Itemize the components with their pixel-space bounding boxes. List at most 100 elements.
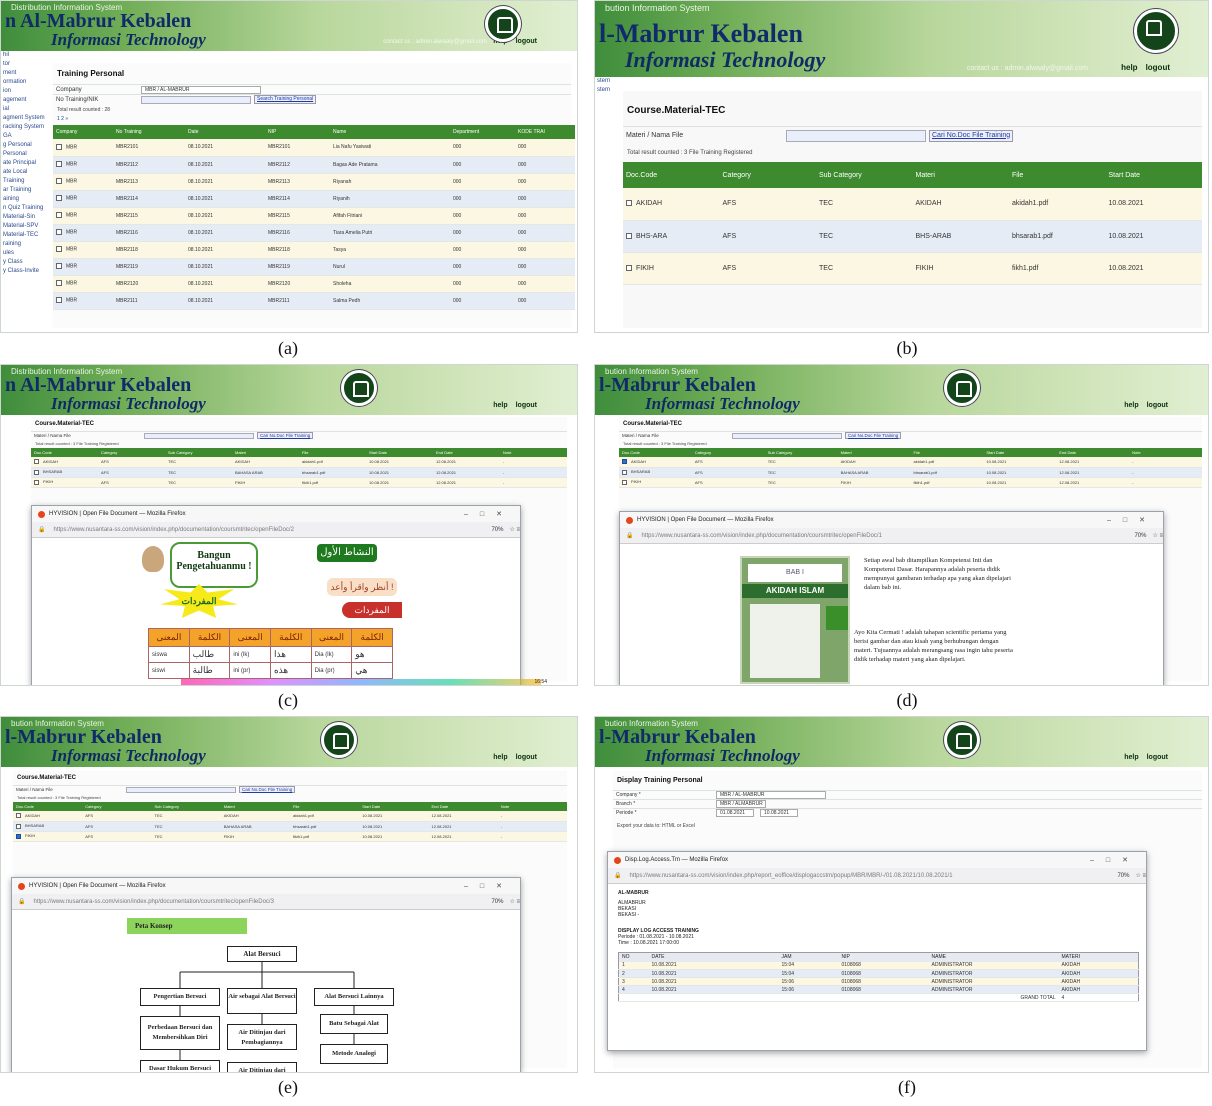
- period-to[interactable]: 10.08.2021: [760, 809, 798, 817]
- row-checkbox[interactable]: [16, 813, 21, 819]
- table-row[interactable]: 2 10.08.2021 15:04 0108068 ADMINISTRATOR AKID…: [618, 969, 1139, 978]
- row-checkbox[interactable]: [56, 280, 62, 287]
- star-icon[interactable]: ☆ ≡: [1152, 532, 1163, 539]
- table-row[interactable]: MBR MBR2115 08.10.2021 MBR2115 Afifah Fitria…: [53, 207, 575, 225]
- row-checkbox[interactable]: [56, 144, 62, 151]
- row-checkbox[interactable]: [16, 833, 21, 839]
- window-controls[interactable]: –□✕: [464, 882, 520, 890]
- zoom-level[interactable]: 70%: [485, 527, 509, 533]
- row-checkbox[interactable]: [56, 195, 62, 202]
- table-row[interactable]: FIKIH AFS TEC FIKIH fikih1.pdf 10.08.2021 12.0…: [619, 477, 1202, 488]
- table-row[interactable]: 4 10.08.2021 15:06 0108068 ADMINISTRATOR AKID…: [618, 985, 1139, 994]
- sidebar-item[interactable]: Training: [1, 177, 49, 186]
- sidebar-item[interactable]: ial: [1, 105, 49, 114]
- row-checkbox[interactable]: [626, 264, 632, 271]
- help-link[interactable]: help: [1124, 402, 1138, 409]
- row-checkbox[interactable]: [34, 469, 39, 475]
- row-checkbox[interactable]: [626, 232, 632, 239]
- zoom-level[interactable]: 70%: [1128, 533, 1152, 539]
- table-row[interactable]: MBR MBR2114 08.10.2021 MBR2114 Riyanih 000 000: [53, 190, 575, 208]
- logout-link[interactable]: logout: [1147, 402, 1168, 409]
- company-select[interactable]: MBR / AL-MABRUR: [141, 85, 261, 94]
- table-row[interactable]: AKIDAH AFS TEC AKIDAH akidah1.pdf 10.08.2021 1…: [31, 457, 567, 468]
- sidebar-item[interactable]: g Personal: [1, 141, 49, 150]
- sidebar-item[interactable]: n Quiz Training: [1, 204, 49, 213]
- row-checkbox[interactable]: [16, 823, 21, 829]
- materi-input[interactable]: [144, 432, 254, 439]
- sidebar-item[interactable]: ate Principal: [1, 159, 49, 168]
- table-row[interactable]: BHS-ARA AFS TEC BHS-ARAB bhsarab1.pdf 10.08.2…: [623, 220, 1202, 253]
- sidebar-item[interactable]: Personal: [1, 150, 49, 159]
- search-button[interactable]: Search Training Personal: [254, 95, 317, 104]
- sidebar-item[interactable]: aining: [1, 195, 49, 204]
- sidebar-item[interactable]: y Class-Invite: [1, 267, 49, 276]
- star-icon[interactable]: ☆ ≡: [509, 898, 520, 905]
- sidebar-item[interactable]: racking System: [1, 123, 49, 132]
- table-row[interactable]: AKIDAH AFS TEC AKIDAH akidah1.pdf 10.08.2021 1…: [619, 457, 1202, 468]
- company-select[interactable]: MBR / AL-MABRUR: [716, 791, 826, 799]
- sidebar-item[interactable]: Material-SPV: [1, 222, 49, 231]
- table-row[interactable]: AKIDAH AFS TEC AKIDAH akidah1.pdf 10.08.2021: [623, 188, 1202, 221]
- table-row[interactable]: BHSARAB AFS TEC BAHASA ARAB bhsarab1.pdf 10.0…: [31, 467, 567, 478]
- materi-input[interactable]: [126, 786, 236, 793]
- row-checkbox[interactable]: [34, 459, 39, 465]
- url-bar[interactable]: https://www.nusantara-ss.com/vision/inde…: [33, 899, 273, 905]
- help-link[interactable]: help: [1121, 63, 1137, 72]
- materi-input[interactable]: [732, 432, 842, 439]
- sidebar-item[interactable]: ules: [1, 249, 49, 258]
- help-link[interactable]: help: [493, 402, 507, 409]
- table-row[interactable]: 1 10.08.2021 15:04 0108068 ADMINISTRATOR AKID…: [618, 961, 1139, 970]
- table-row[interactable]: MBR MBR2118 08.10.2021 MBR2118 Tasya 000 000: [53, 241, 575, 259]
- search-button[interactable]: Cari No.Doc File Training: [845, 432, 902, 439]
- logout-link[interactable]: logout: [1147, 754, 1168, 761]
- table-row[interactable]: FIKIH AFS TEC FIKIH fikih1.pdf 10.08.2021 12.0…: [31, 477, 567, 488]
- sidebar-item[interactable]: tor: [1, 60, 49, 69]
- table-row[interactable]: FIKIH AFS TEC FIKIH fikh1.pdf 10.08.2021: [623, 252, 1202, 285]
- row-checkbox[interactable]: [56, 212, 62, 219]
- period-from[interactable]: 01.08.2021: [716, 809, 754, 817]
- sidebar-item[interactable]: y Class: [1, 258, 49, 267]
- sidebar-item[interactable]: hil: [1, 51, 49, 60]
- row-checkbox[interactable]: [56, 229, 62, 236]
- zoom-level[interactable]: 70%: [485, 899, 509, 905]
- sidebar-item[interactable]: ment: [1, 69, 49, 78]
- row-checkbox[interactable]: [56, 178, 62, 185]
- logout-link[interactable]: logout: [516, 754, 537, 761]
- row-checkbox[interactable]: [626, 200, 632, 207]
- search-button[interactable]: Cari No.Doc File Training: [929, 129, 1014, 142]
- row-checkbox[interactable]: [622, 469, 627, 475]
- row-checkbox[interactable]: [622, 459, 627, 465]
- sidebar-item[interactable]: ate Local: [1, 168, 49, 177]
- sidebar-item[interactable]: ormation: [1, 78, 49, 87]
- help-link[interactable]: help: [493, 754, 507, 761]
- table-row[interactable]: MBR MBR2120 08.10.2021 MBR2120 Sholeha 000 000: [53, 275, 575, 293]
- branch-select[interactable]: MBR / ALMABRUR: [716, 800, 766, 808]
- logout-link[interactable]: logout: [516, 402, 537, 409]
- url-bar[interactable]: https://www.nusantara-ss.com/vision/inde…: [629, 873, 952, 879]
- sidebar-item[interactable]: ar Training: [1, 186, 49, 195]
- row-checkbox[interactable]: [622, 479, 627, 485]
- search-input[interactable]: [141, 95, 251, 104]
- url-bar[interactable]: https://www.nusantara-ss.com/vision/inde…: [53, 527, 293, 533]
- sidebar-item[interactable]: stem: [595, 77, 621, 86]
- row-checkbox[interactable]: [34, 479, 39, 485]
- sidebar-item[interactable]: GA: [1, 132, 49, 141]
- materi-input[interactable]: [786, 129, 926, 142]
- sidebar-item[interactable]: ion: [1, 87, 49, 96]
- logout-link[interactable]: logout: [516, 38, 537, 45]
- sidebar-item[interactable]: agment System: [1, 114, 49, 123]
- table-row[interactable]: MBR MBR2113 08.10.2021 MBR2113 Riyanah 000 000: [53, 173, 575, 191]
- row-checkbox[interactable]: [56, 246, 62, 253]
- search-button[interactable]: Cari No.Doc File Training: [239, 786, 296, 793]
- table-row[interactable]: 3 10.08.2021 15:06 0108068 ADMINISTRATOR AKID…: [618, 977, 1139, 986]
- sidebar-item[interactable]: agement: [1, 96, 49, 105]
- help-link[interactable]: help: [1124, 754, 1138, 761]
- window-controls[interactable]: –□✕: [1107, 516, 1163, 524]
- taskbar[interactable]: [181, 679, 541, 685]
- table-row[interactable]: MBR MBR2101 08.10.2021 MBR2101 Lia Nafu Yasi…: [53, 139, 575, 157]
- row-checkbox[interactable]: [56, 161, 62, 168]
- table-row[interactable]: BHSARAB AFS TEC BAHASA ARAB bhsarab1.pdf 10.0…: [13, 821, 567, 832]
- url-bar[interactable]: https://www.nusantara-ss.com/vision/inde…: [641, 533, 881, 539]
- sidebar-item[interactable]: Material-TEC: [1, 231, 49, 240]
- table-row[interactable]: FIKIH AFS TEC FIKIH fikih1.pdf 10.08.2021 12.0…: [13, 831, 567, 842]
